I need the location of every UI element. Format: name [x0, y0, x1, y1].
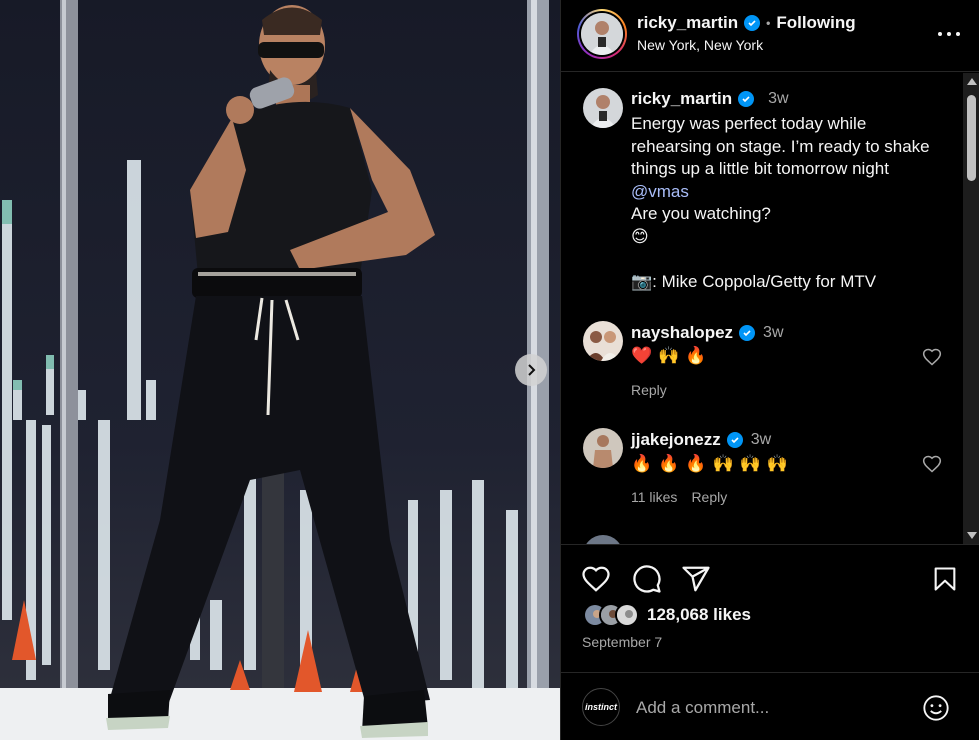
post-media[interactable]: [0, 0, 560, 740]
liker-avatar: [615, 603, 639, 627]
comment-avatar[interactable]: [583, 428, 623, 468]
caption-emoji: 😊: [631, 226, 649, 246]
likes-count[interactable]: 128,068 likes: [647, 605, 751, 625]
following-button[interactable]: Following: [776, 13, 855, 33]
comment-author: jjakejonezz 3w: [631, 430, 771, 450]
carousel-next-button[interactable]: [515, 354, 547, 386]
comment-time[interactable]: 3w: [763, 324, 783, 342]
comment-bubble-icon[interactable]: [632, 564, 662, 594]
comments-list[interactable]: ricky_martin 3w Energy was perfect today…: [561, 73, 979, 545]
caption-credit: 📷: Mike Coppola/Getty for MTV: [631, 271, 877, 291]
share-send-icon[interactable]: [681, 564, 711, 594]
comment-text: 🔥🔥🔥🙌🙌🙌: [631, 454, 795, 473]
comment-like-icon[interactable]: [922, 347, 942, 367]
comment-time[interactable]: 3w: [751, 431, 771, 449]
comment-author: nayshalopez 3w: [631, 323, 784, 343]
scroll-up-arrow[interactable]: [967, 78, 977, 85]
caption-author: ricky_martin 3w: [631, 89, 789, 109]
caption-line: things up a little bit tomorrow night: [631, 159, 889, 178]
caption-time[interactable]: 3w: [768, 90, 788, 108]
story-ring[interactable]: [577, 9, 627, 59]
like-heart-icon[interactable]: [581, 564, 611, 594]
reply-button[interactable]: Reply: [631, 382, 667, 398]
comment-likes[interactable]: 11 likes: [631, 489, 677, 505]
verified-badge-icon: [739, 325, 756, 341]
post-header: ricky_martin • Following New York, New Y…: [561, 0, 979, 72]
comment-text: ❤️🙌🔥: [631, 346, 713, 365]
author-row: ricky_martin • Following: [637, 13, 856, 33]
post-date[interactable]: September 7: [582, 634, 662, 650]
scroll-down-arrow[interactable]: [967, 532, 977, 539]
author-username[interactable]: ricky_martin: [637, 13, 738, 33]
more-options-icon[interactable]: [938, 24, 960, 44]
comment-meta: Reply: [631, 382, 667, 398]
avatar: [581, 13, 623, 55]
action-bar: [561, 562, 979, 598]
caption-username[interactable]: ricky_martin: [631, 89, 732, 109]
scroll-thumb[interactable]: [967, 95, 976, 181]
comment-avatar[interactable]: [583, 321, 623, 361]
post-location[interactable]: New York, New York: [637, 37, 763, 53]
verified-badge-icon: [744, 15, 761, 31]
comments-scrollbar[interactable]: [963, 73, 979, 544]
caption-line: Are you watching?: [631, 204, 771, 223]
caption-text: Energy was perfect today while rehearsin…: [631, 113, 951, 293]
caption-line: Energy was perfect today while: [631, 114, 867, 133]
likes-row[interactable]: 128,068 likes: [583, 603, 751, 627]
separator-dot: •: [766, 16, 771, 30]
comment-avatar-partial[interactable]: [583, 535, 623, 544]
caption-line: rehearsing on stage. I’m ready to shake: [631, 136, 930, 156]
mention-link[interactable]: @vmas: [631, 181, 951, 204]
verified-badge-icon: [726, 432, 743, 448]
comment-meta: 11 likes Reply: [631, 489, 727, 505]
add-comment-input[interactable]: [636, 695, 906, 721]
save-bookmark-icon[interactable]: [931, 564, 959, 594]
current-user-avatar: instinct: [582, 688, 620, 726]
verified-badge-icon: [738, 91, 755, 107]
caption-avatar[interactable]: [583, 88, 623, 128]
post-panel: ricky_martin • Following New York, New Y…: [560, 0, 979, 740]
chevron-right-icon: [528, 364, 536, 376]
comment-like-icon[interactable]: [922, 454, 942, 474]
stage-photo: [0, 0, 560, 740]
reply-button[interactable]: Reply: [691, 489, 727, 505]
comment-username[interactable]: jjakejonezz: [631, 430, 721, 450]
comment-username[interactable]: nayshalopez: [631, 323, 733, 343]
add-comment-bar: instinct: [561, 672, 979, 740]
emoji-icon[interactable]: [922, 694, 950, 722]
